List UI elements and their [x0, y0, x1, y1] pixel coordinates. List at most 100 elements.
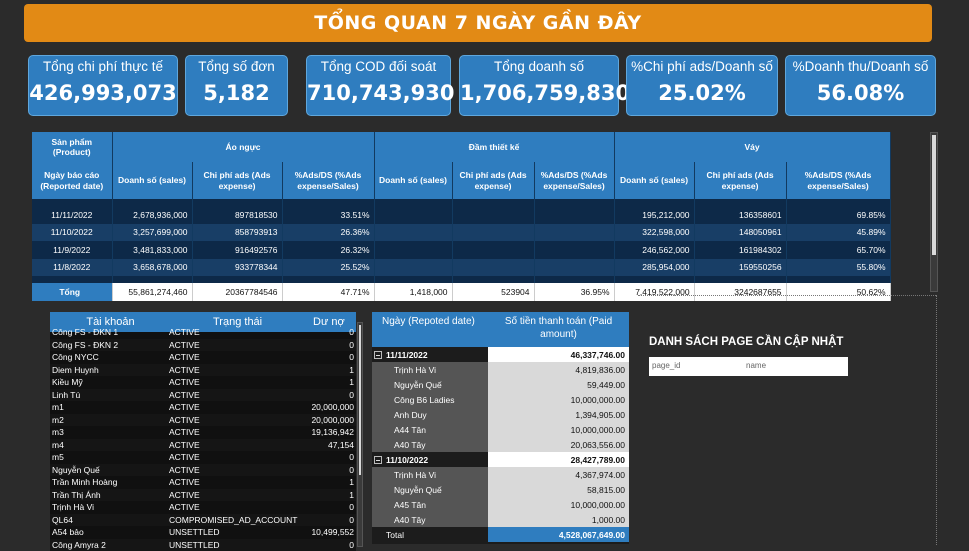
account-status: ACTIVE — [169, 439, 200, 450]
col-header[interactable]: Chi phí ads (Ads expense) — [694, 162, 787, 199]
col-header-page-id[interactable]: page_id — [652, 361, 680, 370]
divider — [638, 295, 936, 296]
payment-label: Anh Duy — [372, 407, 488, 422]
col-header-amount[interactable]: Số tiền thanh toán (Paid amount) — [488, 312, 629, 347]
table-row[interactable]: QL64 COMPROMISED_AD_ACCOUNT 0 — [50, 513, 356, 526]
cell: 148050961 — [694, 223, 787, 241]
col-header-name[interactable]: name — [746, 361, 766, 370]
col-header[interactable]: %Ads/DS (%Ads expense/Sales) — [282, 162, 375, 199]
col-header[interactable]: %Ads/DS (%Ads expense/Sales) — [534, 162, 615, 199]
table-row[interactable]: 11/9/2022 3,481,833,000 916492576 26.32%… — [32, 241, 891, 259]
cell: 3,257,699,000 — [112, 223, 193, 241]
payment-label[interactable]: 11/10/2022 — [372, 452, 488, 467]
total-row[interactable]: Tổng 55,861,274,460 20367784546 47.71% 1… — [32, 283, 891, 301]
payment-label: A40 Tây — [372, 512, 488, 527]
col-header[interactable]: %Ads/DS (%Ads expense/Sales) — [786, 162, 891, 199]
account-status: ACTIVE — [169, 352, 200, 363]
page-list-table[interactable]: page_id name — [649, 357, 848, 376]
table-row[interactable]: m3 ACTIVE 19,136,942 — [50, 426, 356, 439]
col-header-account[interactable]: Tài khoản — [50, 316, 169, 328]
table-row[interactable]: Diem Huynh ACTIVE 1 — [50, 363, 356, 376]
group-row[interactable]: 11/11/2022 46,337,746.00 — [372, 347, 629, 362]
cell: 26.36% — [282, 223, 375, 241]
payment-label: Nguyễn Quế — [372, 482, 488, 497]
table-row[interactable]: Công B6 Ladies 10,000,000.00 — [372, 392, 629, 407]
product-header[interactable]: Sản phẩm (Product) — [32, 132, 113, 162]
group-header-ao-nguc[interactable]: Áo ngực — [112, 132, 375, 162]
payment-label-text: A45 Tân — [394, 499, 426, 510]
collapse-icon[interactable] — [374, 350, 382, 359]
cell: 25.52% — [282, 258, 375, 276]
product-matrix[interactable]: Sản phẩm (Product) Áo ngực Đầm thiết kế … — [32, 132, 891, 301]
account-debt: 1 — [349, 377, 354, 388]
kpi-card-total-cost[interactable]: Tổng chi phí thực tế 426,993,073 — [28, 55, 178, 116]
table-row[interactable]: A44 Tân 10,000,000.00 — [372, 422, 629, 437]
table-row[interactable]: Trịnh Hà Vi 4,367,974.00 — [372, 467, 629, 482]
table-row[interactable]: Nguyễn Quế ACTIVE 0 — [50, 463, 356, 476]
cell — [534, 241, 615, 259]
table-row[interactable]: Nguyễn Quế 58,815.00 — [372, 482, 629, 497]
table-row[interactable]: m2 ACTIVE 20,000,000 — [50, 413, 356, 426]
group-header-dam-thiet-ke[interactable]: Đầm thiết kế — [374, 132, 615, 162]
col-header[interactable]: Doanh số (sales) — [614, 162, 695, 199]
account-status: UNSETTLED — [169, 527, 220, 538]
kpi-card-revenue-ratio[interactable]: %Doanh thu/Doanh số 56.08% — [785, 55, 936, 116]
col-header-status[interactable]: Trạng thái — [169, 316, 309, 328]
payment-label: Nguyễn Quế — [372, 377, 488, 392]
kpi-card-ads-ratio[interactable]: %Chi phí ads/Doanh số 25.02% — [626, 55, 778, 116]
group-header-vay[interactable]: Váy — [614, 132, 891, 162]
table-row[interactable]: Anh Duy 1,394,905.00 — [372, 407, 629, 422]
cell: 65.70% — [786, 241, 891, 259]
table-row[interactable]: Công Amyra 2 UNSETTLED 0 — [50, 538, 356, 551]
table-row[interactable]: m4 ACTIVE 47,154 — [50, 438, 356, 451]
table-row[interactable]: Công FS - ĐKN 2 ACTIVE 0 — [50, 338, 356, 351]
table-row[interactable]: m1 ACTIVE 20,000,000 — [50, 401, 356, 414]
kpi-card-order-count[interactable]: Tổng số đơn 5,182 — [185, 55, 288, 116]
col-header[interactable]: Chi phí ads (Ads expense) — [192, 162, 283, 199]
kpi-value: 710,743,930 — [307, 81, 455, 105]
group-row[interactable]: 11/10/2022 28,427,789.00 — [372, 452, 629, 467]
table-row[interactable]: A45 Tân 10,000,000.00 — [372, 497, 629, 512]
cell: 47.71% — [282, 283, 375, 301]
kpi-label: %Chi phí ads/Doanh số — [631, 59, 773, 74]
table-row[interactable]: Trịnh Hà Vi ACTIVE 0 — [50, 501, 356, 514]
scrollbar-thumb[interactable] — [359, 325, 361, 475]
table-row[interactable]: Trần Minh Hoàng ACTIVE 1 — [50, 476, 356, 489]
scrollbar-thumb[interactable] — [932, 135, 936, 255]
cell: 136358601 — [694, 206, 787, 224]
col-header[interactable]: Chi phí ads (Ads expense) — [452, 162, 535, 199]
collapse-icon[interactable] — [374, 455, 382, 464]
table-row[interactable]: Nguyễn Quế 59,449.00 — [372, 377, 629, 392]
total-row[interactable]: Total 4,528,067,649.00 — [372, 527, 629, 542]
account-scrollbar[interactable] — [357, 322, 363, 547]
col-header-date[interactable]: Ngày (Repoted date) — [372, 312, 488, 347]
table-row[interactable]: Trần Thị Ánh ACTIVE 1 — [50, 488, 356, 501]
payment-table[interactable]: Ngày (Repoted date) Số tiền thanh toán (… — [372, 312, 629, 544]
col-header-debt[interactable]: Dư nợ — [309, 316, 356, 328]
table-row[interactable]: Linh Tú ACTIVE 0 — [50, 388, 356, 401]
date-header[interactable]: Ngày báo cáo (Reported date) — [32, 162, 113, 199]
table-row[interactable]: Công NYCC ACTIVE 0 — [50, 351, 356, 364]
table-row[interactable]: m5 ACTIVE 0 — [50, 451, 356, 464]
account-account: A54 bảo — [52, 527, 84, 538]
matrix-scrollbar[interactable] — [930, 132, 938, 292]
payment-label: Trịnh Hà Vi — [372, 467, 488, 482]
col-header[interactable]: Doanh số (sales) — [112, 162, 193, 199]
table-row[interactable]: Kiều Mỹ ACTIVE 1 — [50, 376, 356, 389]
table-row[interactable]: 11/8/2022 3,658,678,000 933778344 25.52%… — [32, 258, 891, 276]
table-row[interactable]: A40 Tây 20,063,556.00 — [372, 437, 629, 452]
table-row[interactable]: 11/11/2022 2,678,936,000 897818530 33.51… — [32, 206, 891, 224]
account-account: Trịnh Hà Vi — [52, 502, 95, 513]
account-account: m2 — [52, 414, 64, 425]
table-row[interactable]: A54 bảo UNSETTLED 10,499,552 — [50, 526, 356, 539]
table-row[interactable]: A40 Tây 1,000.00 — [372, 512, 629, 527]
payment-label[interactable]: 11/11/2022 — [372, 347, 488, 362]
kpi-card-total-sales[interactable]: Tổng doanh số 1,706,759,830 — [459, 55, 630, 116]
account-table[interactable]: Tài khoản Trạng thái Dư nợ Công FS - ĐKN… — [50, 312, 356, 551]
row-date: 11/8/2022 — [32, 258, 113, 276]
kpi-card-cod[interactable]: Tổng COD đối soát 710,743,930 — [306, 55, 455, 116]
col-header[interactable]: Doanh số (sales) — [374, 162, 453, 199]
table-row[interactable]: Trịnh Hà Vi 4,819,836.00 — [372, 362, 629, 377]
table-row[interactable]: 11/10/2022 3,257,699,000 858793913 26.36… — [32, 223, 891, 241]
table-row[interactable]: Công FS - ĐKN 1 ACTIVE 0 — [50, 326, 356, 339]
